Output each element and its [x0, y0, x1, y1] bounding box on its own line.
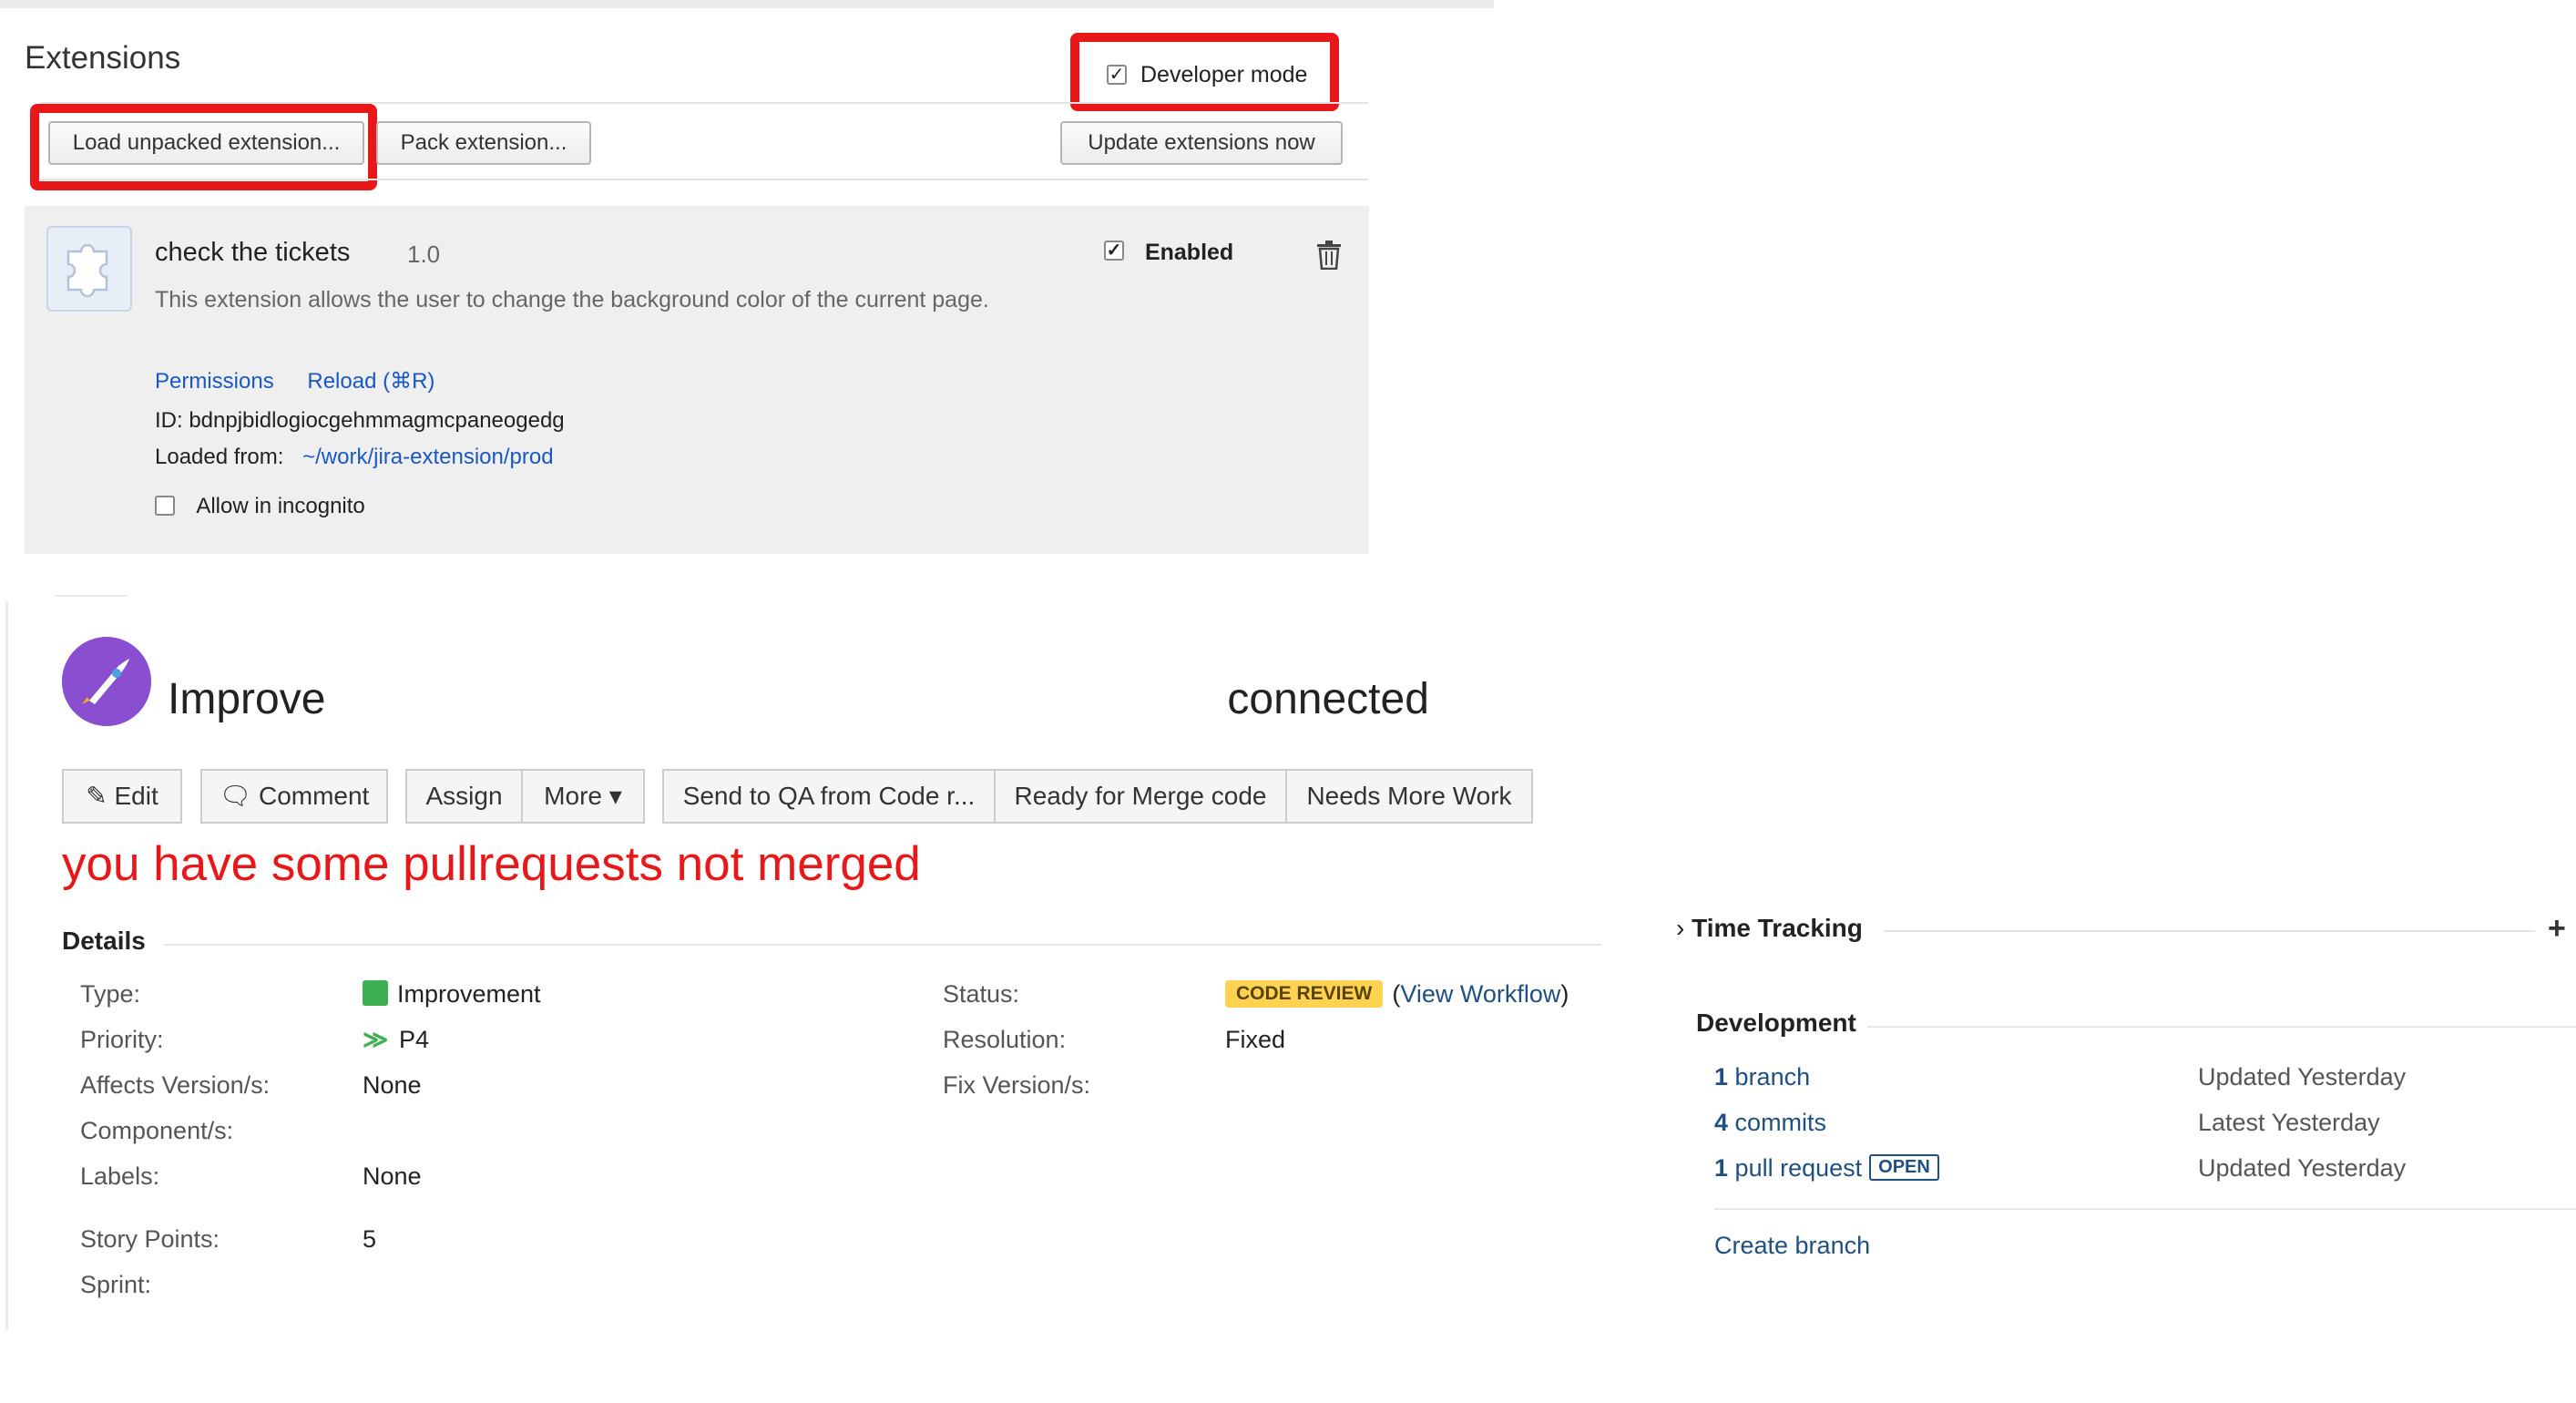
- type-label: Type:: [80, 980, 141, 1008]
- pack-extension-button[interactable]: Pack extension...: [376, 121, 591, 165]
- enabled-checkbox[interactable]: ✓: [1104, 241, 1124, 261]
- labels-value: None: [363, 1162, 422, 1190]
- commits-link[interactable]: 4 commits: [1714, 1109, 1826, 1137]
- load-unpacked-button[interactable]: Load unpacked extension...: [48, 121, 364, 165]
- more-label: More: [544, 782, 602, 810]
- branch-status: Updated Yesterday: [2198, 1063, 2407, 1091]
- commits-count: 4: [1714, 1109, 1729, 1136]
- pull-request-count: 1: [1714, 1154, 1729, 1182]
- status-value: CODE REVIEW (View Workflow): [1225, 979, 1569, 1009]
- chevron-down-icon: ▾: [601, 782, 622, 810]
- divider: [1867, 1026, 2576, 1028]
- time-tracking-heading[interactable]: › Time Tracking: [1676, 914, 1863, 943]
- branch-label: branch: [1734, 1063, 1811, 1091]
- open-badge: OPEN: [1869, 1154, 1939, 1182]
- extension-id: ID: bdnpjbidlogiocgehmmagmcpaneogedg: [155, 408, 565, 433]
- comment-label: Comment: [258, 782, 370, 810]
- enabled-option: ✓ Enabled: [1104, 240, 1233, 266]
- time-tracking-label: Time Tracking: [1692, 914, 1863, 942]
- incognito-checkbox[interactable]: [155, 495, 175, 516]
- more-button[interactable]: More ▾: [521, 769, 645, 824]
- improvement-icon: [363, 979, 388, 1006]
- type-value: Improvement: [363, 979, 541, 1009]
- needs-more-work-button[interactable]: Needs More Work: [1285, 769, 1533, 824]
- enabled-label[interactable]: Enabled: [1145, 240, 1233, 265]
- edit-label: Edit: [114, 782, 158, 810]
- divider: [164, 944, 1601, 946]
- create-branch-link[interactable]: Create branch: [1714, 1232, 1870, 1260]
- issue-title-start: Improve: [168, 675, 326, 723]
- incognito-option: Allow in incognito: [155, 494, 365, 519]
- page-title: Extensions: [25, 40, 181, 76]
- puzzle-piece-icon: [46, 226, 132, 312]
- view-workflow-link[interactable]: View Workflow: [1400, 980, 1560, 1008]
- affects-version-value: None: [363, 1071, 422, 1099]
- incognito-label[interactable]: Allow in incognito: [196, 494, 364, 518]
- pull-request-label: pull request: [1734, 1154, 1863, 1182]
- developer-mode-checkbox[interactable]: ✓: [1107, 65, 1127, 85]
- assign-button[interactable]: Assign: [405, 769, 523, 824]
- extension-name: check the tickets: [155, 238, 351, 267]
- loaded-from-path-link[interactable]: ~/work/jira-extension/prod: [302, 445, 553, 469]
- components-label: Component/s:: [80, 1117, 234, 1144]
- permissions-link[interactable]: Permissions: [155, 369, 274, 394]
- priority-value: ≫ P4: [363, 1026, 429, 1054]
- details-heading: Details: [62, 927, 146, 955]
- labels-label: Labels:: [80, 1162, 160, 1190]
- pull-request-link[interactable]: 1 pull request OPEN: [1714, 1154, 1939, 1183]
- top-bar: [0, 0, 1494, 8]
- comment-button[interactable]: 🗨 Comment: [200, 769, 388, 824]
- pencil-icon: ✎: [86, 782, 115, 810]
- divider: [1884, 930, 2535, 932]
- affects-version-label: Affects Version/s:: [80, 1071, 271, 1099]
- story-points-value: 5: [363, 1225, 377, 1253]
- edit-button[interactable]: ✎ Edit: [62, 769, 182, 824]
- divider: [1714, 1208, 2576, 1210]
- left-edge: [5, 601, 8, 1330]
- trash-icon[interactable]: [1316, 241, 1342, 274]
- commits-label: commits: [1734, 1109, 1827, 1136]
- send-to-qa-button[interactable]: Send to QA from Code r...: [662, 769, 996, 824]
- comment-icon: 🗨: [219, 782, 259, 810]
- commits-status: Latest Yesterday: [2198, 1109, 2380, 1136]
- sprint-label: Sprint:: [80, 1271, 152, 1298]
- plus-icon[interactable]: +: [2548, 911, 2566, 947]
- update-extensions-button[interactable]: Update extensions now: [1060, 121, 1343, 165]
- developer-mode-highlight: ✓ Developer mode: [1070, 33, 1339, 111]
- pull-request-warning: you have some pullrequests not merged: [62, 837, 921, 891]
- branch-link[interactable]: 1 branch: [1714, 1063, 1810, 1091]
- ready-for-merge-button[interactable]: Ready for Merge code: [994, 769, 1287, 824]
- extension-version: 1.0: [407, 241, 441, 268]
- story-points-label: Story Points:: [80, 1225, 220, 1253]
- rocket-avatar-icon: [62, 637, 151, 726]
- resolution-label: Resolution:: [943, 1026, 1067, 1053]
- development-heading: Development: [1696, 1009, 1856, 1037]
- issue-title-end: connected: [1227, 675, 1429, 723]
- type-text: Improvement: [397, 980, 541, 1008]
- priority-low-icon: ≫: [363, 1026, 389, 1053]
- chevron-right-icon: ›: [1676, 914, 1692, 942]
- issue-title: Improve connected: [168, 674, 1429, 724]
- status-label: Status:: [943, 980, 1020, 1008]
- priority-label: Priority:: [80, 1026, 164, 1053]
- extension-description: This extension allows the user to change…: [155, 287, 989, 312]
- extension-card: check the tickets 1.0 This extension all…: [25, 206, 1369, 554]
- divider: [40, 179, 1368, 180]
- priority-text: P4: [399, 1026, 430, 1053]
- loaded-from: Loaded from: ~/work/jira-extension/prod: [155, 445, 554, 470]
- developer-mode-label[interactable]: Developer mode: [1140, 62, 1307, 88]
- loaded-from-label: Loaded from:: [155, 445, 284, 469]
- resolution-value: Fixed: [1225, 1026, 1286, 1053]
- pull-request-status: Updated Yesterday: [2198, 1154, 2407, 1182]
- branch-count: 1: [1714, 1063, 1729, 1091]
- divider: [55, 595, 128, 597]
- reload-link[interactable]: Reload (⌘R): [307, 369, 434, 394]
- fix-version-label: Fix Version/s:: [943, 1071, 1091, 1099]
- status-lozenge: CODE REVIEW: [1225, 979, 1384, 1008]
- extension-links: Permissions Reload (⌘R): [155, 368, 462, 394]
